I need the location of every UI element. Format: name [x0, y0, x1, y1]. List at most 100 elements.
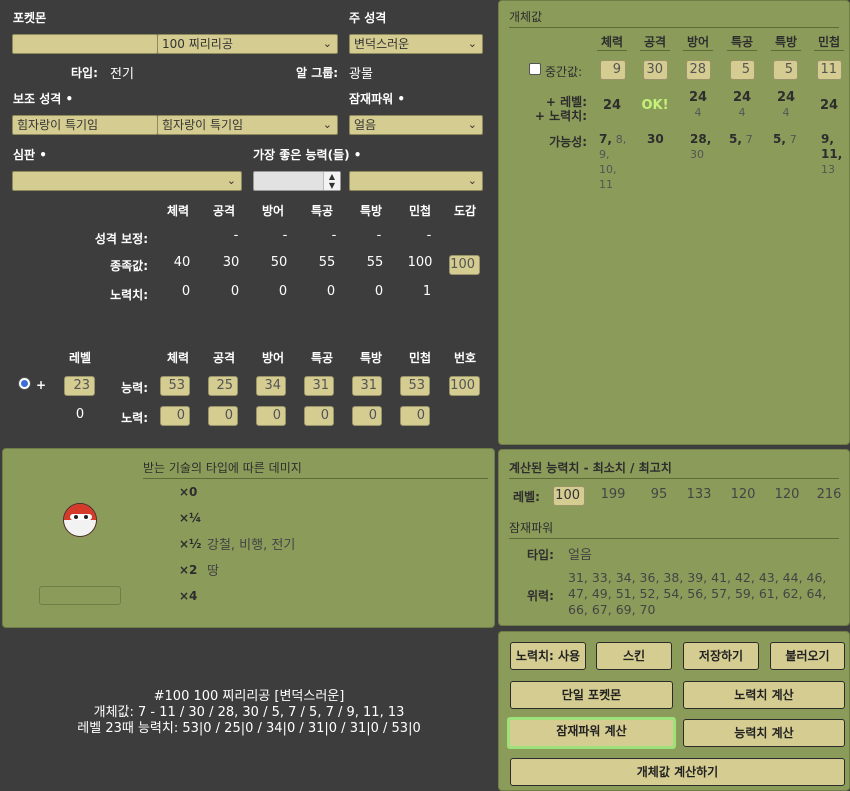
- calc-spd: 120: [774, 487, 800, 502]
- characteristic-select[interactable]: 힘자랑이 특기임 ⌄: [157, 115, 338, 135]
- single-pokemon-button[interactable]: 단일 포켓몬: [510, 681, 673, 709]
- iv-mid-def[interactable]: 28: [686, 60, 711, 80]
- iv-header-spe: 민첩: [814, 33, 844, 51]
- voltorb-sprite-icon: [63, 503, 97, 537]
- iv-header-def: 방어: [683, 33, 713, 51]
- stat-input-spe[interactable]: 53: [400, 376, 430, 396]
- effort-input-spd[interactable]: 0: [352, 406, 382, 426]
- ev-yield-hp: 0: [181, 284, 191, 299]
- nature-mod-spa: -: [331, 228, 337, 243]
- iv-mid-spe[interactable]: 11: [817, 60, 842, 80]
- ev-level-value: 0: [75, 407, 85, 422]
- possible-spa: 5, 7: [729, 132, 769, 147]
- level-check-spa: 24: [732, 90, 752, 105]
- summary-block: #100 100 찌리리공 [변덕스러운] 개체값: 7 - 11 / 30 /…: [0, 689, 498, 737]
- calc-level-input[interactable]: 100: [553, 486, 585, 506]
- characteristic-select-value: 힘자랑이 특기임: [162, 118, 244, 132]
- iv-calc-button[interactable]: 개체값 계산하기: [510, 758, 845, 786]
- effort-label: 노력:: [121, 411, 148, 425]
- possible-atk: 30: [647, 132, 675, 147]
- damage-panel-title: 받는 기술의 타입에 따른 데미지: [143, 459, 488, 479]
- level-input[interactable]: 23: [64, 376, 95, 396]
- best-stat-number[interactable]: ▲ ▼: [253, 171, 341, 191]
- characteristic-input-value: 힘자랑이 특기임: [17, 118, 99, 132]
- calc-spe: 216: [816, 487, 842, 502]
- header-atk: 공격: [212, 204, 236, 218]
- calc-hp: 199: [600, 487, 626, 502]
- summary-line-3: 레벨 23때 능력치: 53|0 / 25|0 / 34|0 / 31|0 / …: [77, 721, 421, 736]
- iv-mid-hp[interactable]: 9: [600, 60, 626, 80]
- damage-types-half: 강철, 비행, 전기: [207, 538, 296, 553]
- chevron-down-icon: ⌄: [467, 118, 477, 131]
- ev-yield-spe: 1: [422, 284, 432, 299]
- judge-select[interactable]: ⌄: [12, 171, 242, 191]
- calc-def: 133: [686, 487, 712, 502]
- iv-header-spa: 특공: [727, 33, 757, 51]
- level-check-spd: 24: [776, 90, 796, 105]
- possible-spa-main: 5,: [729, 132, 742, 146]
- iv-mid-atk[interactable]: 30: [643, 60, 668, 80]
- level-header: 레벨: [68, 351, 92, 365]
- hidden-power-select[interactable]: 얼음 ⌄: [349, 115, 483, 135]
- stat-input-atk[interactable]: 25: [208, 376, 238, 396]
- hp-power-line-3: 66, 67, 69, 70: [568, 602, 656, 617]
- ev-yield-label: 노력치:: [110, 288, 148, 302]
- header2-spa: 특공: [310, 351, 334, 365]
- ev-yield-spd: 0: [374, 284, 384, 299]
- damage-mult-half: ×½: [179, 537, 202, 551]
- best-stat-select[interactable]: ⌄: [349, 171, 483, 191]
- chevron-down-icon: ⌄: [467, 174, 477, 187]
- pokemon-select[interactable]: 100 찌리리공 ⌄: [157, 34, 338, 54]
- ev-calc-button[interactable]: 노력치 계산: [683, 681, 845, 709]
- characteristic-input[interactable]: 힘자랑이 특기임: [12, 115, 158, 135]
- stat-input-hp[interactable]: 53: [160, 376, 190, 396]
- dex-number-input[interactable]: 100: [449, 255, 480, 275]
- level-check-hp: 24: [602, 98, 622, 113]
- effort-input-spa[interactable]: 0: [304, 406, 334, 426]
- iv-mid-spd[interactable]: 5: [773, 60, 798, 80]
- effort-input-atk[interactable]: 0: [208, 406, 238, 426]
- skin-button[interactable]: 스킨: [596, 642, 672, 670]
- level-check-atk: OK!: [641, 98, 669, 113]
- sprite-name-field[interactable]: [39, 586, 121, 605]
- level-check-def: 24: [688, 90, 708, 105]
- stat-calc-button[interactable]: 능력치 계산: [683, 719, 845, 747]
- nature-select[interactable]: 변덕스러운 ⌄: [349, 34, 483, 54]
- ev-yield-def: 0: [278, 284, 288, 299]
- chevron-down-icon: ⌄: [226, 174, 236, 187]
- header-hp: 체력: [166, 204, 190, 218]
- pokemon-label: 포켓몬: [13, 11, 47, 25]
- level-radio[interactable]: [18, 377, 31, 390]
- header2-spd: 특방: [359, 351, 383, 365]
- chevron-down-icon: ⌄: [467, 37, 477, 50]
- spinner-arrows-icon[interactable]: ▲ ▼: [323, 172, 340, 190]
- hp-power-line-1: 31, 33, 34, 36, 38, 39, 41, 42, 43, 44, …: [568, 570, 827, 585]
- load-button[interactable]: 불러오기: [770, 642, 845, 670]
- stat-input-spa[interactable]: 31: [304, 376, 334, 396]
- stat-input-spd[interactable]: 31: [352, 376, 382, 396]
- nature-mod-spe: -: [426, 228, 432, 243]
- iv-mid-spa[interactable]: 5: [730, 60, 755, 80]
- effort-input-hp[interactable]: 0: [160, 406, 190, 426]
- mid-value-checkbox[interactable]: [529, 63, 541, 75]
- effort-input-def[interactable]: 0: [256, 406, 286, 426]
- ev-yield-atk: 0: [230, 284, 240, 299]
- ev-use-button[interactable]: 노력치: 사용: [510, 642, 586, 670]
- possible-spd-main: 5,: [773, 132, 786, 146]
- save-button[interactable]: 저장하기: [683, 642, 759, 670]
- buttons-panel: 노력치: 사용 스킨 저장하기 불러오기 단일 포켓몬 노력치 계산 잠재파워 …: [498, 631, 850, 791]
- nature-mod-spd: -: [376, 228, 382, 243]
- possible-hp-main: 7,: [599, 132, 612, 146]
- stats-label: 능력:: [121, 381, 148, 395]
- number-input[interactable]: 100: [449, 376, 480, 396]
- iv-panel: 개체값 체력 공격 방어 특공 특방 민첩 중간값: 9 30 28 5 5 1…: [498, 0, 850, 445]
- hidden-power-calc-button[interactable]: 잠재파워 계산: [507, 717, 676, 749]
- pokemon-search-field[interactable]: [12, 34, 158, 54]
- header-spa: 특공: [310, 204, 334, 218]
- effort-input-spe[interactable]: 0: [400, 406, 430, 426]
- base-stats-label: 종족값:: [110, 259, 148, 273]
- base-spd: 55: [366, 255, 384, 270]
- possible-def-sub: 30: [690, 148, 704, 161]
- stat-input-def[interactable]: 34: [256, 376, 286, 396]
- hp-power-values: 31, 33, 34, 36, 38, 39, 41, 42, 43, 44, …: [568, 570, 826, 618]
